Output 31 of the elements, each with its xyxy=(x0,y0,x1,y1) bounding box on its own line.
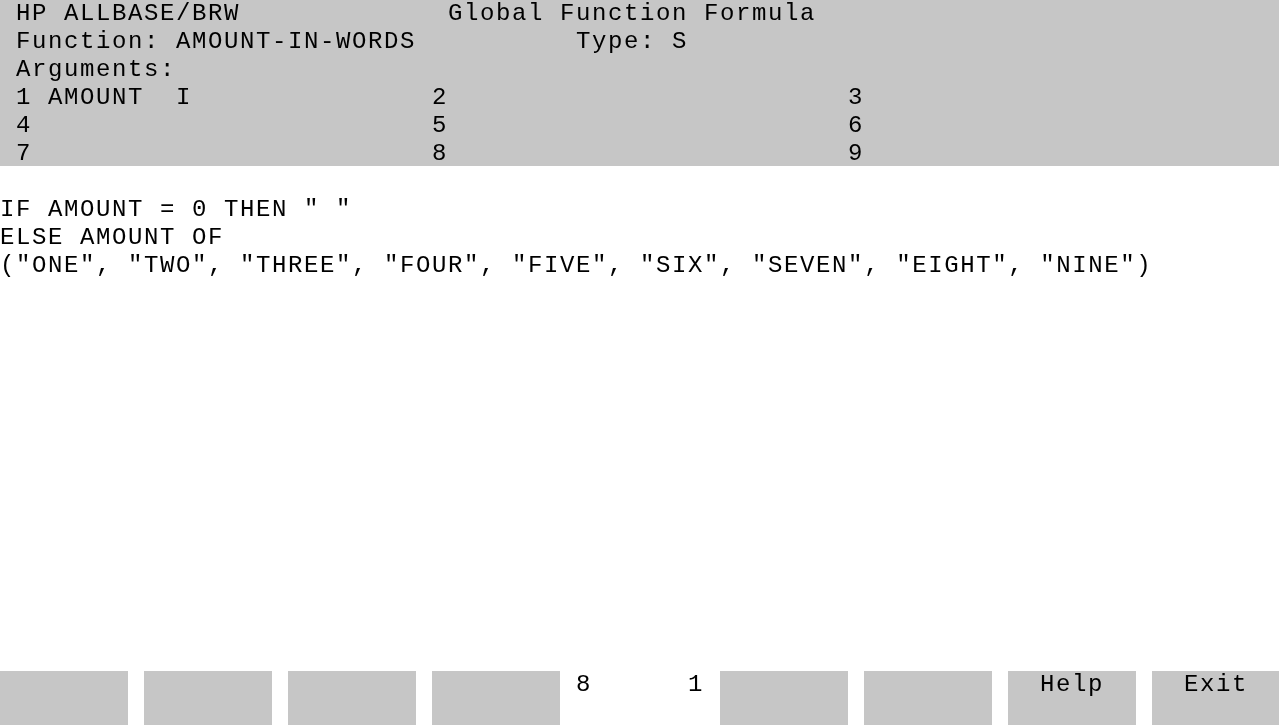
field-label: Function: xyxy=(16,28,161,55)
arguments-label: Arguments: xyxy=(16,56,177,84)
app-title: HP ALLBASE/BRW xyxy=(16,0,241,27)
argument-number: 7 xyxy=(16,140,32,167)
argument-number: 1 xyxy=(16,84,32,111)
status-indicator: 1 xyxy=(688,671,704,699)
argument-name: AMOUNT xyxy=(48,84,144,111)
function-key[interactable] xyxy=(0,671,128,725)
field-label: Type: xyxy=(576,28,656,55)
formula-line: ELSE AMOUNT OF xyxy=(0,224,225,251)
argument-number: 6 xyxy=(848,112,864,139)
function-key[interactable] xyxy=(720,671,848,725)
status-indicator: 8 xyxy=(576,671,592,699)
function-key[interactable]: Exit xyxy=(1152,671,1279,725)
function-key[interactable]: Help xyxy=(1008,671,1136,725)
function-key[interactable] xyxy=(432,671,560,725)
formula-line: IF AMOUNT = 0 THEN " " xyxy=(0,196,353,223)
field-value: AMOUNT-IN-WORDS xyxy=(176,28,417,55)
argument-number: 3 xyxy=(848,84,864,111)
argument-number: 9 xyxy=(848,140,864,167)
function-key[interactable] xyxy=(144,671,272,725)
argument-type: I xyxy=(176,84,192,112)
argument-number: 4 xyxy=(16,112,32,139)
formula-line: ("ONE", "TWO", "THREE", "FOUR", "FIVE", "SIX", "SEVEN", "EIGHT", "NINE") xyxy=(0,252,1153,279)
field-value: S xyxy=(672,28,688,56)
argument-number: 2 xyxy=(432,84,448,111)
argument-number: 8 xyxy=(432,140,448,167)
screen-title: Global Function Formula xyxy=(448,0,817,28)
argument-number: 5 xyxy=(432,112,448,139)
function-key[interactable] xyxy=(288,671,416,725)
function-key[interactable] xyxy=(864,671,992,725)
